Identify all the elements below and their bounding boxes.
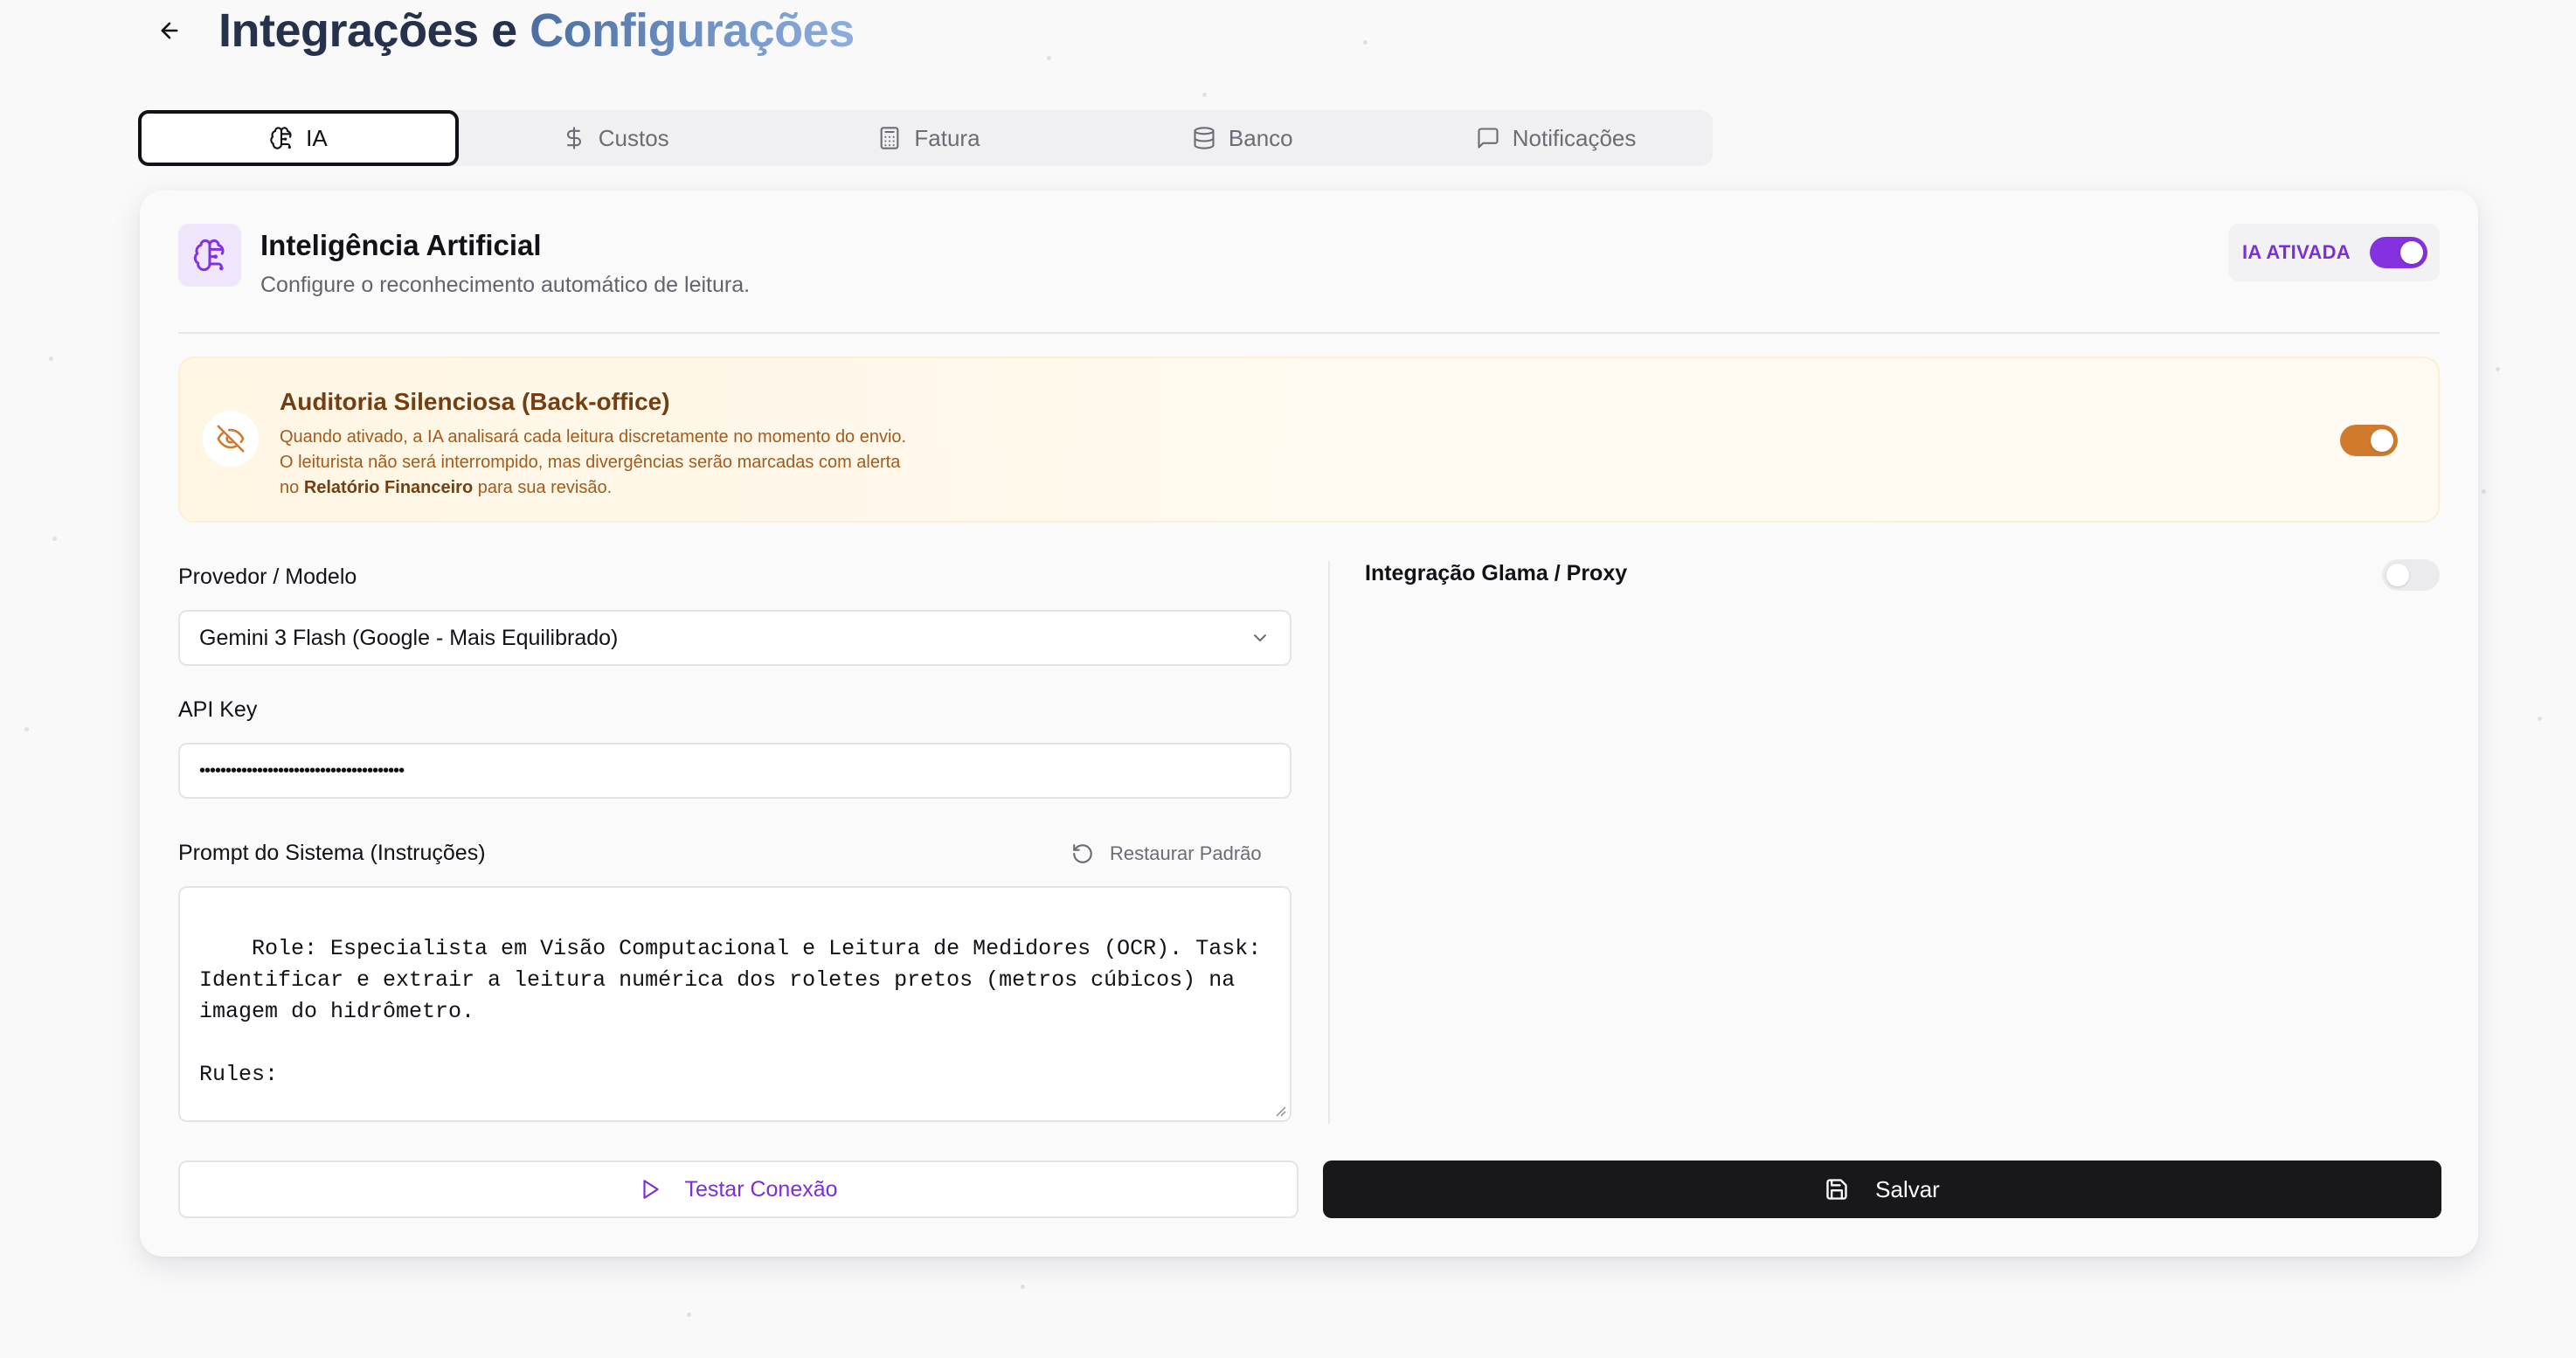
- provider-select[interactable]: Gemini 3 Flash (Google - Mais Equilibrad…: [178, 610, 1291, 666]
- eye-off-icon: [217, 425, 245, 453]
- audit-line-2: O leiturista não será interrompido, mas …: [280, 453, 901, 472]
- back-button[interactable]: [154, 15, 185, 46]
- card-title: Inteligência Artificial: [260, 229, 542, 261]
- background-dot: [1202, 93, 1207, 97]
- tab-ia[interactable]: IA: [138, 110, 459, 166]
- silent-audit-banner: Auditoria Silenciosa (Back-office) Quand…: [178, 357, 2440, 523]
- restore-default-button[interactable]: Restaurar Padrão: [1071, 842, 1262, 865]
- message-icon: [1478, 128, 1499, 149]
- background-dot: [24, 727, 29, 731]
- chevron-down-icon: [1254, 634, 1266, 641]
- api-key-input[interactable]: •••••••••••••••••••••••••••••••••••••••: [178, 743, 1291, 799]
- ai-enabled-toggle[interactable]: [2370, 237, 2427, 268]
- background-dot: [1047, 56, 1051, 60]
- audit-report-name: Relatório Financeiro: [303, 478, 474, 497]
- glama-proxy-label: Integração Glama / Proxy: [1365, 561, 1628, 585]
- column-divider: [1328, 561, 1330, 1124]
- rotate-ccw-icon: [1073, 844, 1092, 863]
- glama-proxy-toggle[interactable]: [2382, 559, 2440, 591]
- page-header: Integrações e Configurações: [154, 0, 855, 61]
- page-title-accent: Configurações: [530, 4, 855, 57]
- settings-tabs: IA Custos Fatura Banco Notificações: [138, 110, 1713, 166]
- prompt-label: Prompt do Sistema (Instruções): [178, 841, 486, 865]
- restore-default-label: Restaurar Padrão: [1110, 842, 1262, 864]
- ai-toggle-label: IA ATIVADA: [2242, 241, 2351, 263]
- background-dot: [49, 357, 53, 361]
- tab-custos[interactable]: Custos: [459, 110, 772, 166]
- audit-line-1: Quando ativado, a IA analisará cada leit…: [280, 427, 907, 447]
- calculator-icon: [881, 127, 899, 149]
- tab-label: Custos: [598, 124, 669, 151]
- system-prompt-textarea[interactable]: Role: Especialista em Visão Computaciona…: [178, 886, 1291, 1122]
- resize-grip-icon[interactable]: [1274, 1105, 1286, 1117]
- page-title-main: Integrações e: [218, 4, 517, 57]
- audit-title: Auditoria Silenciosa (Back-office): [280, 388, 670, 415]
- brain-icon: [270, 127, 292, 149]
- tab-label: Notificações: [1512, 124, 1637, 151]
- play-icon: [643, 1180, 660, 1199]
- toggle-knob: [2386, 564, 2409, 586]
- tab-label: IA: [306, 124, 328, 151]
- background-dot: [687, 1313, 691, 1317]
- tab-fatura[interactable]: Fatura: [772, 110, 1086, 166]
- card-header: Inteligência Artificial Configure o reco…: [178, 224, 2440, 334]
- arrow-left-icon: [161, 22, 178, 39]
- audit-line-3: no Relatório Financeiro para sua revisão…: [280, 475, 1049, 501]
- background-dot: [52, 537, 57, 541]
- ai-badge: [178, 224, 241, 287]
- test-connection-button[interactable]: Testar Conexão: [178, 1161, 1298, 1218]
- save-label: Salvar: [1875, 1175, 1940, 1202]
- background-dot: [2496, 367, 2500, 371]
- page-title: Integrações e Configurações: [218, 3, 855, 58]
- audit-line-3-prefix: no: [280, 478, 300, 497]
- audit-line-3-suffix: para sua revisão.: [477, 478, 613, 497]
- tab-label: Banco: [1228, 124, 1293, 151]
- brain-icon: [193, 239, 225, 272]
- system-prompt-text: Role: Especialista em Visão Computaciona…: [199, 936, 1262, 1087]
- tab-label: Fatura: [914, 124, 980, 151]
- tab-notificacoes[interactable]: Notificações: [1399, 110, 1713, 166]
- database-icon: [1194, 127, 1215, 149]
- save-button[interactable]: Salvar: [1323, 1161, 2441, 1218]
- toggle-knob: [2400, 241, 2423, 264]
- provider-label: Provedor / Modelo: [178, 565, 357, 589]
- background-dot: [1363, 40, 1368, 45]
- dollar-icon: [566, 127, 581, 149]
- ai-toggle-container: IA ATIVADA: [2228, 224, 2440, 281]
- provider-selected-value: Gemini 3 Flash (Google - Mais Equilibrad…: [199, 625, 619, 650]
- audit-description: Quando ativado, a IA analisará cada leit…: [280, 425, 1049, 501]
- audit-icon-badge: [203, 411, 259, 467]
- tab-banco[interactable]: Banco: [1085, 110, 1399, 166]
- background-dot: [2538, 717, 2542, 721]
- save-icon: [1826, 1179, 1847, 1200]
- silent-audit-toggle[interactable]: [2340, 425, 2398, 456]
- api-key-label: API Key: [178, 697, 258, 722]
- card-subtitle: Configure o reconhecimento automático de…: [260, 273, 751, 297]
- ai-settings-card: Inteligência Artificial Configure o reco…: [140, 191, 2478, 1257]
- background-dot: [2482, 489, 2486, 494]
- test-connection-label: Testar Conexão: [684, 1176, 838, 1202]
- toggle-knob: [2371, 429, 2393, 452]
- background-dot: [1021, 1285, 1025, 1289]
